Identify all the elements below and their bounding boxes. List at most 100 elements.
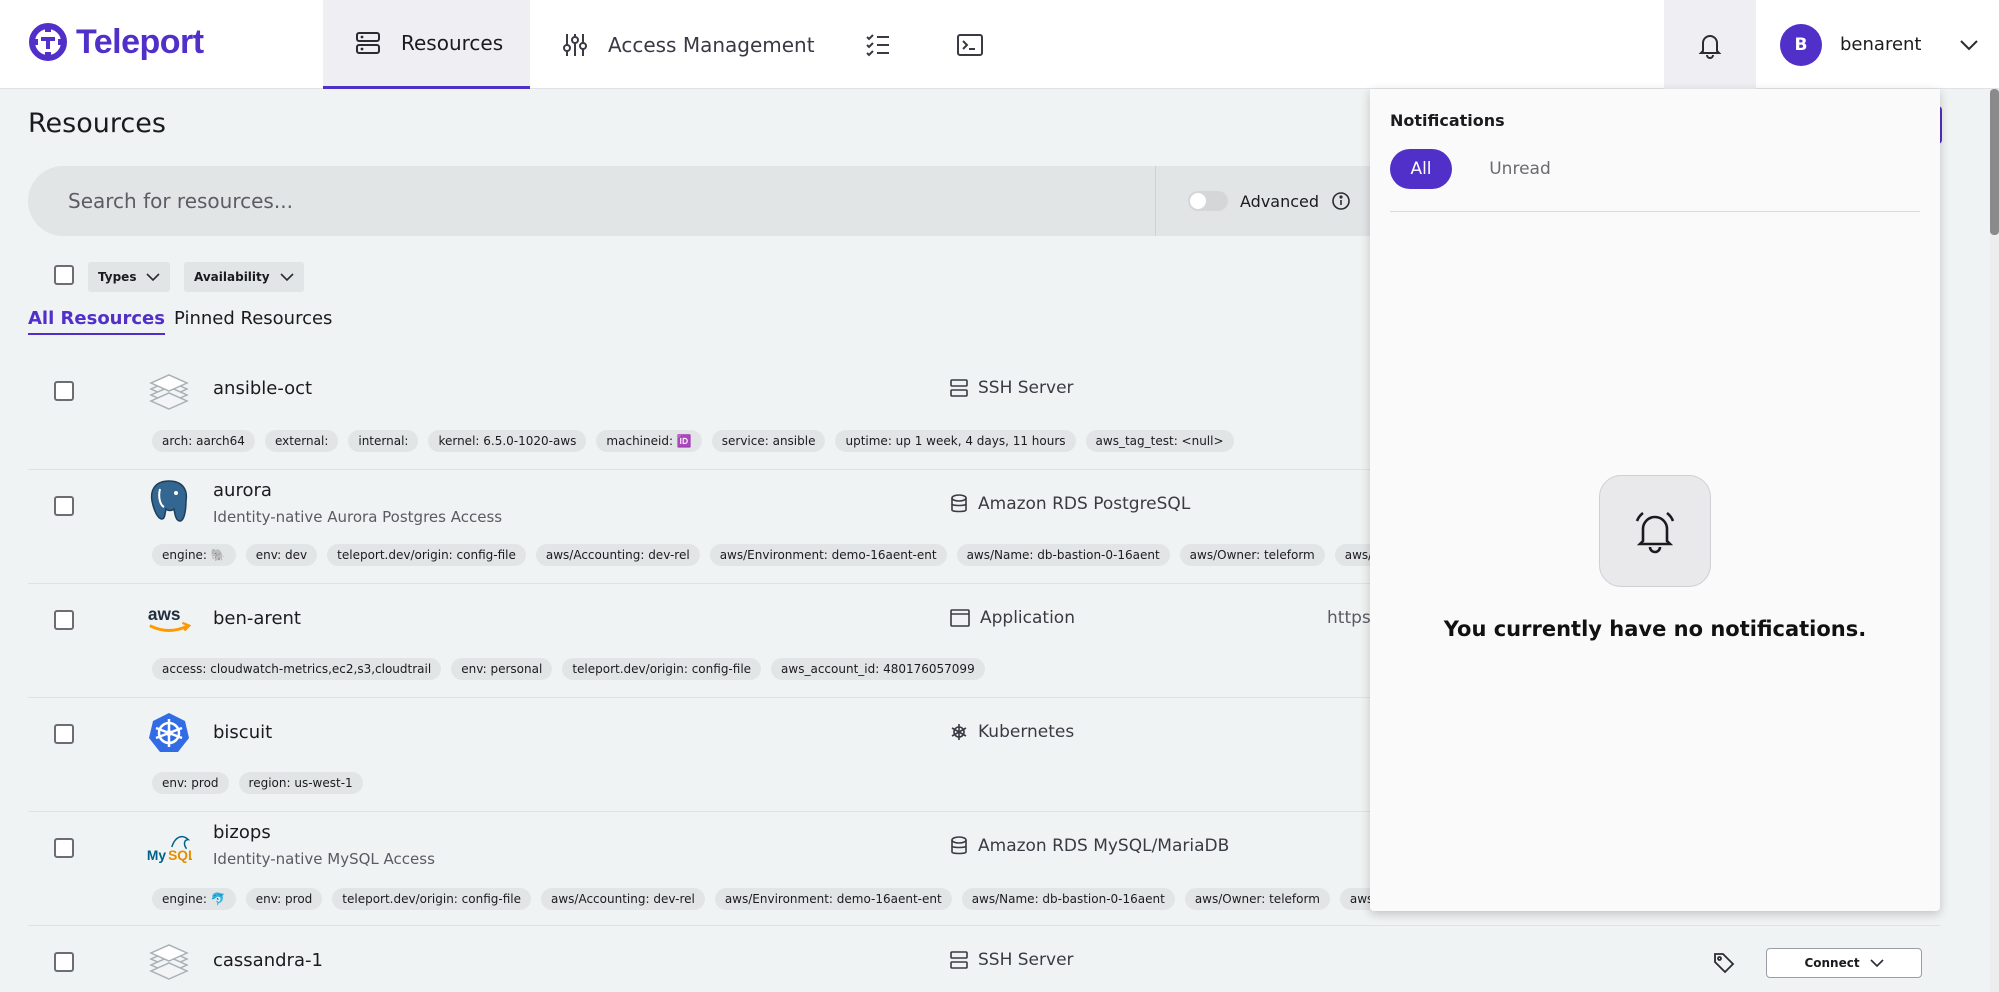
server-icon xyxy=(950,379,968,397)
scrollbar-thumb[interactable] xyxy=(1990,89,1999,235)
connect-button[interactable]: Connect xyxy=(1766,948,1922,978)
empty-notifications-message: You currently have no notifications. xyxy=(1443,617,1867,641)
tag-icon[interactable] xyxy=(1712,951,1736,979)
resource-name: aurora xyxy=(213,480,272,501)
label-chip: teleport.dev/origin: config-file xyxy=(332,888,531,910)
label-chip: env: personal xyxy=(451,658,553,680)
row-checkbox[interactable] xyxy=(54,496,74,516)
label-chip: kernel: 6.5.0-1020-aws xyxy=(428,430,587,452)
database-icon xyxy=(951,836,967,855)
label-chip: env: prod xyxy=(152,772,229,794)
nav-tab-access-management[interactable]: Access Management xyxy=(560,0,820,89)
search-bar: Advanced xyxy=(28,166,1438,236)
label-chip: aws/Owner: teleform xyxy=(1179,544,1325,566)
chevron-down-icon xyxy=(146,273,161,281)
advanced-label: Advanced xyxy=(1240,191,1320,211)
user-menu[interactable]: B benarent xyxy=(1780,0,1979,89)
label-chip: region: us-west-1 xyxy=(238,772,363,794)
server-stack-icon xyxy=(146,938,192,984)
aws-icon: aws xyxy=(146,596,192,642)
resource-name: bizops xyxy=(213,822,271,843)
brand-name: Teleport xyxy=(76,22,204,61)
username: benarent xyxy=(1840,34,1922,55)
resource-description: Identity-native Aurora Postgres Access xyxy=(213,508,503,526)
resource-labels: engine: 🐘 env: dev teleport.dev/origin: … xyxy=(152,544,1370,566)
teleport-logo-icon xyxy=(29,23,67,61)
select-all-checkbox[interactable] xyxy=(54,265,74,285)
label-chip: machineid: 🆔 xyxy=(596,430,702,452)
resource-name: biscuit xyxy=(213,722,273,743)
resource-name: ansible-oct xyxy=(213,378,313,399)
label-chip: aws/Name: db-bastion-0-16aent xyxy=(956,544,1170,566)
info-icon[interactable] xyxy=(1331,191,1351,211)
notifications-tab-unread[interactable]: Unread xyxy=(1480,149,1560,189)
label-chip: engine: 🐘 xyxy=(152,544,236,566)
teleport-logo[interactable]: Teleport xyxy=(28,22,204,62)
resource-kind-label: Application xyxy=(980,608,1075,628)
resource-name: ben-arent xyxy=(213,608,301,629)
resource-labels: arch: aarch64 external: internal: kernel… xyxy=(152,430,1234,452)
label-chip: aws/Service xyxy=(1334,544,1370,566)
terminal-icon[interactable] xyxy=(940,0,1000,89)
database-icon xyxy=(951,494,967,513)
search-divider xyxy=(1155,166,1156,236)
availability-filter[interactable]: Availability xyxy=(184,262,304,292)
resource-description: Identity-native MySQL Access xyxy=(213,850,435,868)
search-input[interactable] xyxy=(28,166,1154,236)
label-chip: uptime: up 1 week, 4 days, 11 hours xyxy=(835,430,1076,452)
row-checkbox[interactable] xyxy=(54,381,74,401)
svg-text:aws: aws xyxy=(148,604,181,624)
row-checkbox[interactable] xyxy=(54,838,74,858)
resource-labels: engine: 🐬 env: prod teleport.dev/origin:… xyxy=(152,888,1370,910)
label-chip: env: dev xyxy=(245,544,318,566)
label-chip: aws/Accounting: dev-rel xyxy=(541,888,705,910)
tab-pinned-resources[interactable]: Pinned Resources xyxy=(174,308,332,333)
checklist-icon[interactable] xyxy=(848,0,908,89)
notifications-button[interactable] xyxy=(1664,0,1756,89)
label-chip: teleport.dev/origin: config-file xyxy=(562,658,762,680)
label-chip: aws/Name: db-bastion-0-16aent xyxy=(961,888,1175,910)
tab-all-resources[interactable]: All Resources xyxy=(28,308,165,335)
row-checkbox[interactable] xyxy=(54,952,74,972)
types-filter[interactable]: Types xyxy=(88,262,171,292)
svg-text:My: My xyxy=(147,848,166,863)
label-chip: external: xyxy=(264,430,339,452)
row-checkbox[interactable] xyxy=(54,724,74,744)
advanced-search: Advanced xyxy=(1188,166,1351,236)
label-chip: aws/Environment: demo-16aent-ent xyxy=(709,544,947,566)
resource-kind: Amazon RDS PostgreSQL xyxy=(950,494,1190,514)
resource-kind-label: Amazon RDS PostgreSQL xyxy=(978,494,1191,514)
nav-tab-resources[interactable]: Resources xyxy=(323,0,530,89)
svg-text:SQL: SQL xyxy=(168,848,192,863)
notifications-tab-all[interactable]: All xyxy=(1390,149,1452,189)
availability-filter-label: Availability xyxy=(194,270,270,284)
avatar: B xyxy=(1780,23,1822,66)
resource-kind: Application xyxy=(950,608,1075,628)
server-stack-icon xyxy=(146,368,192,414)
resource-name: cassandra-1 xyxy=(213,950,323,971)
label-chip: env: prod xyxy=(245,888,323,910)
label-chip: internal: xyxy=(348,430,419,452)
kubernetes-icon xyxy=(146,710,192,756)
advanced-toggle[interactable] xyxy=(1188,191,1228,211)
resource-kind-label: SSH Server xyxy=(978,950,1074,970)
resource-kind-label: Amazon RDS MySQL/MariaDB xyxy=(978,836,1230,856)
label-chip: aws/Owner: teleform xyxy=(1184,888,1330,910)
resource-kind-label: Kubernetes xyxy=(978,722,1075,742)
label-chip: teleport.dev/origin: config-file xyxy=(327,544,526,566)
nav-tab-resources-label: Resources xyxy=(401,31,504,55)
chevron-down-icon xyxy=(1869,959,1884,967)
chevron-down-icon xyxy=(280,273,294,281)
notifications-divider xyxy=(1390,211,1920,212)
sliders-icon xyxy=(560,30,590,60)
postgres-icon xyxy=(146,478,192,524)
resource-url: https xyxy=(1327,608,1371,628)
server-icon xyxy=(353,28,383,58)
label-chip: aws/Environment: demo-16aent-ent xyxy=(714,888,952,910)
row-checkbox[interactable] xyxy=(54,610,74,630)
empty-bell-icon xyxy=(1599,475,1711,587)
notifications-title: Notifications xyxy=(1390,111,1505,130)
resource-kind: SSH Server xyxy=(950,378,1074,398)
types-filter-label: Types xyxy=(98,270,137,284)
label-chip: access: cloudwatch-metrics,ec2,s3,cloudt… xyxy=(152,658,442,680)
